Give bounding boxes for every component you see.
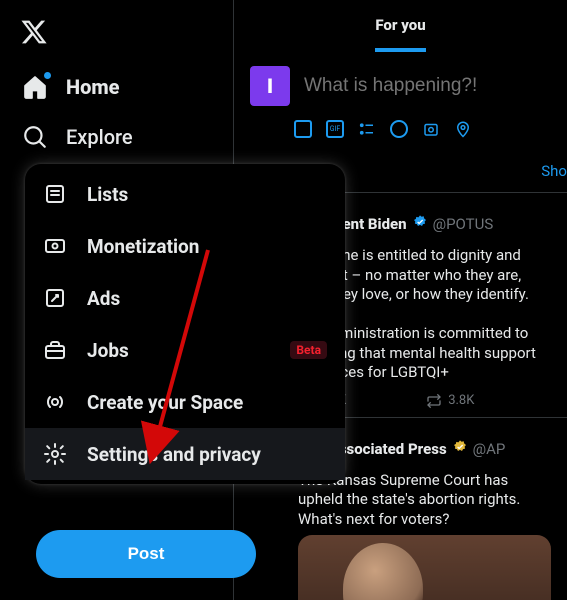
- menu-ads[interactable]: Ads: [25, 272, 345, 324]
- beta-badge: Beta: [290, 341, 327, 359]
- poll-icon[interactable]: [358, 120, 376, 138]
- menu-label: Lists: [87, 183, 128, 206]
- space-icon: [43, 390, 67, 414]
- nav-home[interactable]: Home: [8, 62, 225, 112]
- compose-input[interactable]: [302, 74, 551, 98]
- tweet-handle: @AP: [473, 440, 506, 458]
- composer: I: [234, 52, 567, 116]
- menu-label: Jobs: [87, 339, 129, 362]
- menu-label: Monetization: [87, 235, 199, 258]
- menu-label: Settings and privacy: [87, 443, 261, 466]
- menu-lists[interactable]: Lists: [25, 168, 345, 220]
- tab-for-you[interactable]: For you: [375, 16, 425, 52]
- menu-jobs[interactable]: Jobs Beta: [25, 324, 345, 376]
- search-icon: [22, 124, 48, 150]
- nav-explore[interactable]: Explore: [8, 112, 225, 162]
- verified-icon: [452, 439, 468, 459]
- lists-icon: [43, 182, 67, 206]
- tab-bar: For you: [234, 0, 567, 52]
- location-icon[interactable]: [454, 120, 472, 138]
- jobs-icon: [43, 338, 67, 362]
- menu-settings-privacy[interactable]: Settings and privacy: [25, 428, 345, 480]
- schedule-icon[interactable]: [422, 120, 440, 138]
- avatar[interactable]: I: [250, 66, 290, 106]
- monetization-icon: [43, 234, 67, 258]
- x-logo[interactable]: [8, 10, 225, 58]
- nav-explore-label: Explore: [66, 125, 133, 149]
- composer-toolbar: GIF: [234, 116, 567, 150]
- menu-monetization[interactable]: Monetization: [25, 220, 345, 272]
- retweet-button[interactable]: 3.8K: [426, 393, 474, 409]
- home-icon: [22, 74, 48, 100]
- verified-icon: [412, 214, 428, 234]
- media-icon[interactable]: [294, 120, 312, 138]
- menu-label: Create your Space: [87, 391, 243, 414]
- menu-create-space[interactable]: Create your Space: [25, 376, 345, 428]
- tweet-image[interactable]: [298, 535, 551, 600]
- ads-icon: [43, 286, 67, 310]
- notification-dot: [44, 72, 51, 79]
- gear-icon: [43, 442, 67, 466]
- more-menu: Lists Monetization Ads Jobs Beta Create …: [25, 164, 345, 484]
- gif-icon[interactable]: GIF: [326, 120, 344, 138]
- menu-label: Ads: [87, 287, 120, 310]
- post-button[interactable]: Post: [36, 530, 256, 578]
- tweet-handle: @POTUS: [433, 215, 494, 233]
- nav-home-label: Home: [66, 75, 120, 99]
- emoji-icon[interactable]: [390, 120, 408, 138]
